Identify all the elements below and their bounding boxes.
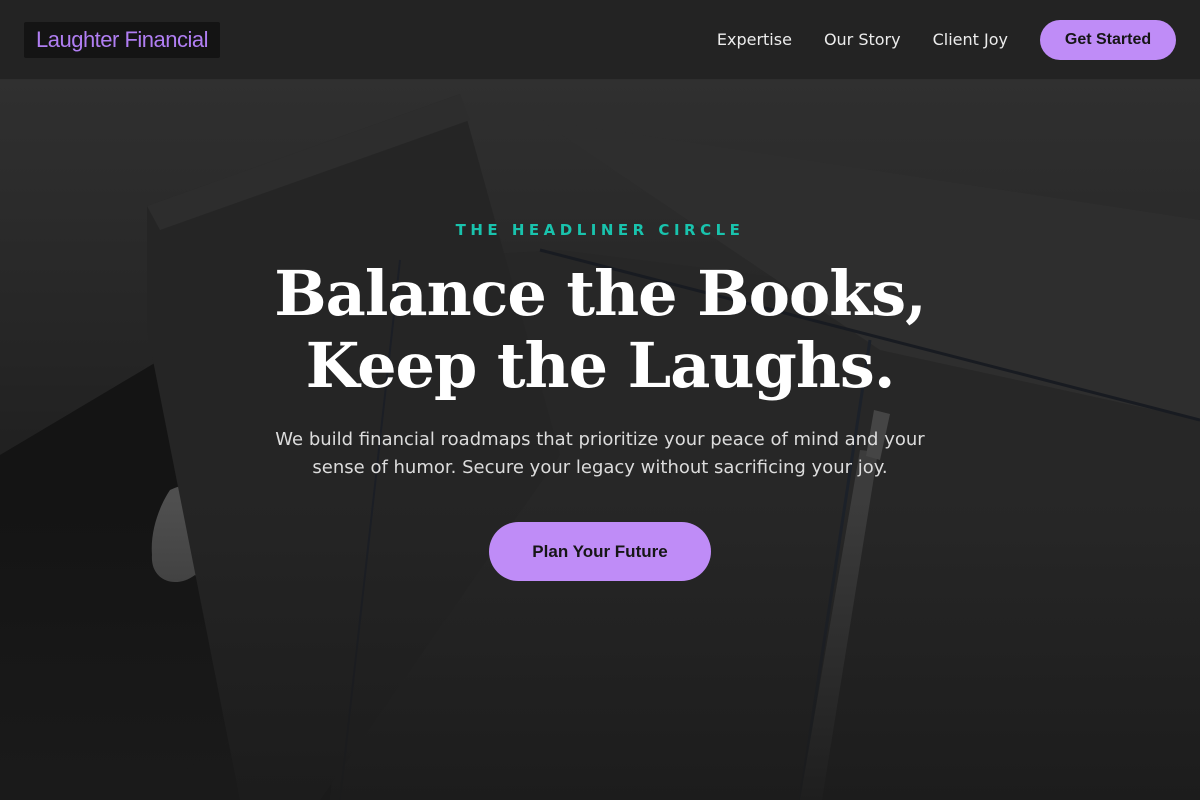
- hero-headline: Balance the Books, Keep the Laughs.: [0, 258, 1200, 402]
- hero-subtitle: We build financial roadmaps that priorit…: [275, 429, 925, 478]
- hero-eyebrow: THE HEADLINER CIRCLE: [455, 221, 745, 239]
- nav-link-client-joy[interactable]: Client Joy: [933, 30, 1008, 49]
- hero-section: THE HEADLINER CIRCLE Balance the Books, …: [0, 80, 1200, 800]
- nav-link-expertise[interactable]: Expertise: [717, 30, 792, 49]
- nav-links: Expertise Our Story Client Joy Get Start…: [717, 19, 1176, 60]
- hero-headline-line1: Balance the Books,: [274, 257, 926, 330]
- brand-logo[interactable]: Laughter Financial: [24, 21, 221, 58]
- get-started-button[interactable]: Get Started: [1040, 19, 1176, 60]
- navbar: Laughter Financial Expertise Our Story C…: [0, 0, 1200, 80]
- nav-link-our-story[interactable]: Our Story: [824, 30, 901, 49]
- plan-your-future-button[interactable]: Plan Your Future: [489, 522, 711, 581]
- hero-headline-line2: Keep the Laughs.: [305, 329, 896, 402]
